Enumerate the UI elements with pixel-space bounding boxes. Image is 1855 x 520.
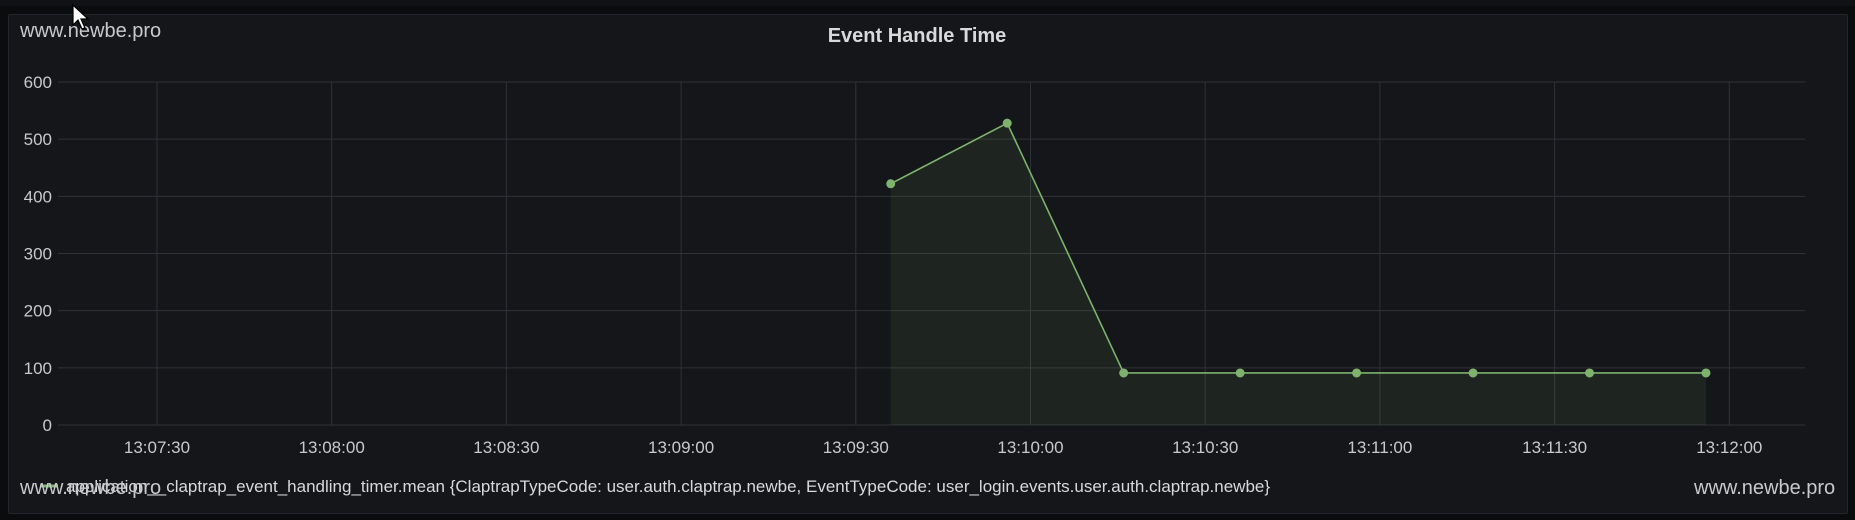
data-point[interactable] xyxy=(1701,368,1711,378)
series-area xyxy=(890,123,1707,425)
watermark-bottom-left: www.newbe.pro xyxy=(20,477,162,499)
x-tick-label: 13:11:30 xyxy=(1522,438,1587,457)
y-tick-label: 600 xyxy=(24,73,52,92)
x-tick-label: 13:09:30 xyxy=(823,438,889,457)
data-point[interactable] xyxy=(886,179,896,189)
data-point[interactable] xyxy=(1119,368,1129,378)
x-tick-label: 13:08:30 xyxy=(473,438,539,457)
chart-title: Event Handle Time xyxy=(828,25,1007,47)
y-tick-label: 0 xyxy=(43,416,52,435)
y-tick-label: 200 xyxy=(24,302,52,321)
y-tick-label: 100 xyxy=(24,359,52,378)
x-tick-label: 13:12:00 xyxy=(1696,438,1762,457)
data-point[interactable] xyxy=(1235,368,1245,378)
y-tick-label: 500 xyxy=(24,130,52,149)
data-point[interactable] xyxy=(1585,368,1595,378)
chart: Event Handle Time 0 100 200 300 400 500 600 13… xyxy=(24,25,1805,496)
x-tick-label: 13:09:00 xyxy=(648,438,714,457)
legend[interactable]: application__claptrap_event_handling_tim… xyxy=(40,477,1270,496)
data-point[interactable] xyxy=(1352,368,1362,378)
x-tick-label: 13:08:00 xyxy=(299,438,365,457)
mouse-cursor-icon xyxy=(72,4,90,30)
x-tick-label: 13:10:30 xyxy=(1172,438,1238,457)
legend-series-label[interactable]: application__claptrap_event_handling_tim… xyxy=(66,477,1270,496)
x-tick-label: 13:10:00 xyxy=(997,438,1063,457)
x-axis: 13:07:30 13:08:00 13:08:30 13:09:00 13:09:30… xyxy=(124,438,1762,457)
y-tick-label: 300 xyxy=(24,245,52,264)
y-axis: 0 100 200 300 400 500 600 xyxy=(24,73,52,435)
data-point[interactable] xyxy=(1002,118,1012,128)
x-tick-label: 13:11:00 xyxy=(1347,438,1412,457)
y-tick-label: 400 xyxy=(24,187,52,206)
series-layer xyxy=(886,118,1711,425)
watermark-bottom-right: www.newbe.pro xyxy=(1694,477,1836,499)
data-point[interactable] xyxy=(1468,368,1478,378)
x-tick-label: 13:07:30 xyxy=(124,438,190,457)
